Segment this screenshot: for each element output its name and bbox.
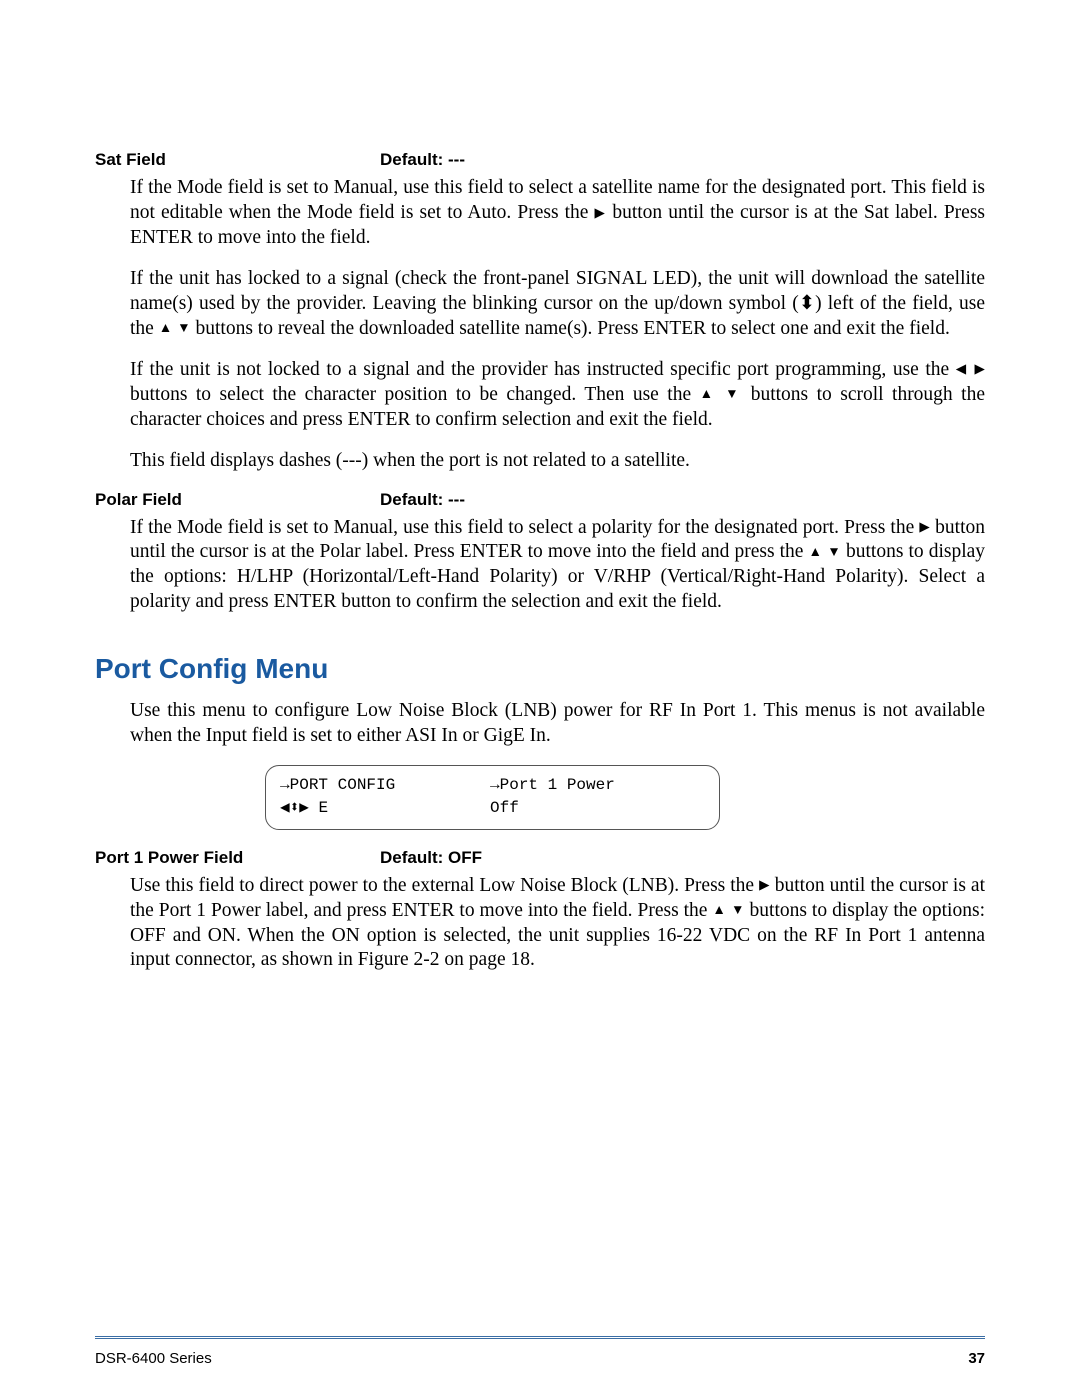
lcd-r1c2: Port 1 Power — [490, 774, 705, 797]
port1power-field-default: Default: OFF — [380, 848, 985, 868]
sat-paragraph-2: If the unit has locked to a signal (chec… — [130, 267, 985, 342]
polar-paragraph-1: If the Mode field is set to Manual, use … — [130, 516, 985, 616]
port1power-paragraph: Use this field to direct power to the ex… — [130, 874, 985, 974]
sat-paragraph-1: If the Mode field is set to Manual, use … — [130, 176, 985, 251]
lcd-row-1: PORT CONFIG Port 1 Power — [280, 774, 705, 797]
text: Port 1 Power — [500, 776, 615, 794]
polar-field-label: Polar Field — [95, 490, 380, 510]
port-config-intro: Use this menu to configure Low Noise Blo… — [130, 699, 985, 749]
lcd-r2c2: Off — [490, 797, 705, 820]
lcd-display: PORT CONFIG Port 1 Power ◀⬍▶ E Off — [265, 765, 720, 829]
down-arrow-icon — [725, 384, 742, 405]
lcd-right-arrow-icon — [280, 776, 290, 794]
sat-paragraph-4: This field displays dashes (---) when th… — [130, 449, 985, 474]
port1power-field-row: Port 1 Power Field Default: OFF — [95, 848, 985, 868]
document-page: Sat Field Default: --- If the Mode field… — [0, 0, 1080, 1397]
footer-page-number: 37 — [968, 1350, 985, 1367]
up-arrow-icon — [700, 384, 717, 405]
text: buttons to select the character position… — [130, 384, 700, 405]
right-arrow-icon — [595, 202, 607, 223]
left-arrow-icon — [956, 359, 968, 380]
text: Use this field to direct power to the ex… — [130, 875, 759, 896]
sat-field-row: Sat Field Default: --- — [95, 150, 985, 170]
footer-rule — [95, 1336, 985, 1339]
right-arrow-icon — [919, 517, 930, 538]
footer-series: DSR-6400 Series — [95, 1350, 212, 1367]
lcd-right-arrow-icon — [490, 776, 500, 794]
sat-field-default: Default: --- — [380, 150, 985, 170]
lcd-nav-icons: ◀⬍▶ — [280, 799, 309, 817]
lcd-row-2: ◀⬍▶ E Off — [280, 797, 705, 820]
updown-symbol-icon: ⬍ — [799, 293, 815, 314]
up-arrow-icon — [712, 900, 726, 921]
text: If the unit is not locked to a signal an… — [130, 359, 956, 380]
up-arrow-icon — [159, 318, 173, 339]
polar-field-default: Default: --- — [380, 490, 985, 510]
down-arrow-icon — [827, 541, 841, 562]
polar-field-row: Polar Field Default: --- — [95, 490, 985, 510]
up-arrow-icon — [809, 541, 823, 562]
right-arrow-icon — [975, 359, 986, 380]
page-footer: DSR-6400 Series 37 — [95, 1350, 985, 1367]
text: If the Mode field is set to Manual, use … — [130, 517, 919, 538]
port1power-field-label: Port 1 Power Field — [95, 848, 380, 868]
text: buttons to reveal the downloaded satelli… — [195, 318, 949, 339]
port-config-heading: Port Config Menu — [95, 653, 985, 685]
down-arrow-icon — [731, 900, 745, 921]
right-arrow-icon — [759, 875, 770, 896]
down-arrow-icon — [177, 318, 191, 339]
text: E — [309, 799, 328, 817]
text: PORT CONFIG — [290, 776, 396, 794]
sat-field-label: Sat Field — [95, 150, 380, 170]
lcd-r1c1: PORT CONFIG — [280, 774, 490, 797]
lcd-r2c1: ◀⬍▶ E — [280, 797, 490, 820]
sat-paragraph-3: If the unit is not locked to a signal an… — [130, 358, 985, 433]
